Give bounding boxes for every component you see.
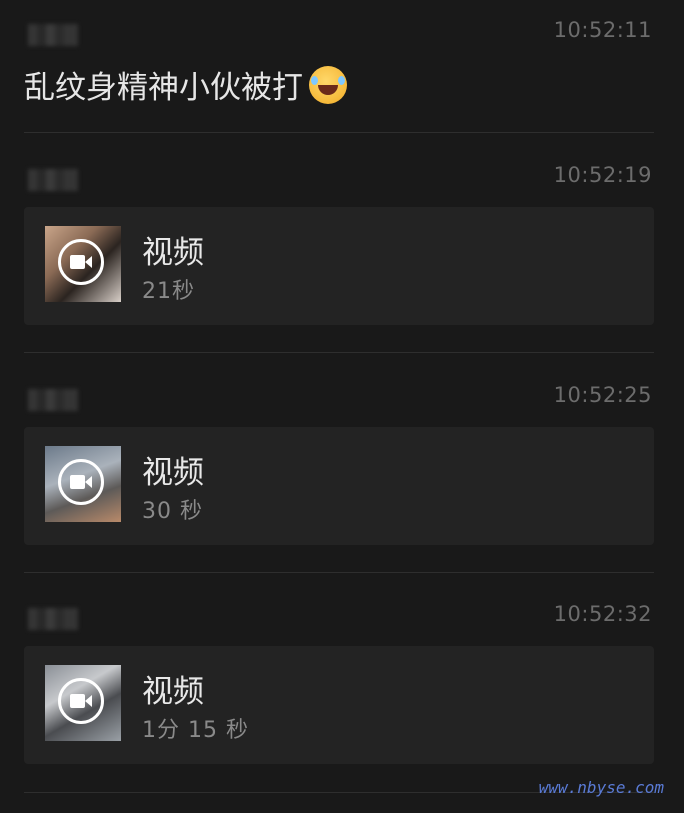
sender-name-blurred bbox=[28, 169, 78, 191]
text-message[interactable]: 乱纹身精神小伙被打 bbox=[24, 62, 347, 107]
message-header: 10:52:25 bbox=[0, 383, 684, 423]
video-camera-icon bbox=[58, 678, 104, 724]
video-message-card[interactable]: 视频 30 秒 bbox=[24, 427, 654, 545]
message-text: 乱纹身精神小伙被打 bbox=[24, 70, 303, 106]
sender-name-blurred bbox=[28, 608, 78, 630]
face-with-tears-of-joy-icon bbox=[309, 65, 347, 104]
message-timestamp: 10:52:19 bbox=[553, 163, 652, 187]
video-thumbnail[interactable] bbox=[45, 446, 121, 522]
video-camera-icon bbox=[58, 239, 104, 285]
watermark: www.nbyse.com bbox=[538, 778, 664, 797]
sender-name-blurred bbox=[28, 24, 78, 46]
message-divider bbox=[24, 572, 654, 573]
message-timestamp: 10:52:11 bbox=[553, 18, 652, 42]
message-timestamp: 10:52:32 bbox=[553, 602, 652, 626]
video-camera-icon bbox=[58, 459, 104, 505]
message-divider bbox=[24, 352, 654, 353]
video-duration: 21秒 bbox=[142, 279, 195, 304]
video-label: 视频 bbox=[142, 455, 204, 491]
video-duration: 30 秒 bbox=[142, 499, 203, 524]
video-label: 视频 bbox=[142, 674, 204, 710]
message-header: 10:52:32 bbox=[0, 602, 684, 642]
message-header: 10:52:11 bbox=[0, 18, 684, 58]
message-header: 10:52:19 bbox=[0, 163, 684, 203]
video-message-card[interactable]: 视频 1分 15 秒 bbox=[24, 646, 654, 764]
video-duration: 1分 15 秒 bbox=[142, 718, 249, 743]
sender-name-blurred bbox=[28, 389, 78, 411]
video-thumbnail[interactable] bbox=[45, 226, 121, 302]
chat-history-page: 10:52:11 乱纹身精神小伙被打 10:52:19 视频 21秒 10:52… bbox=[0, 0, 684, 813]
video-message-card[interactable]: 视频 21秒 bbox=[24, 207, 654, 325]
video-label: 视频 bbox=[142, 235, 204, 271]
message-timestamp: 10:52:25 bbox=[553, 383, 652, 407]
video-thumbnail[interactable] bbox=[45, 665, 121, 741]
message-divider bbox=[24, 132, 654, 133]
